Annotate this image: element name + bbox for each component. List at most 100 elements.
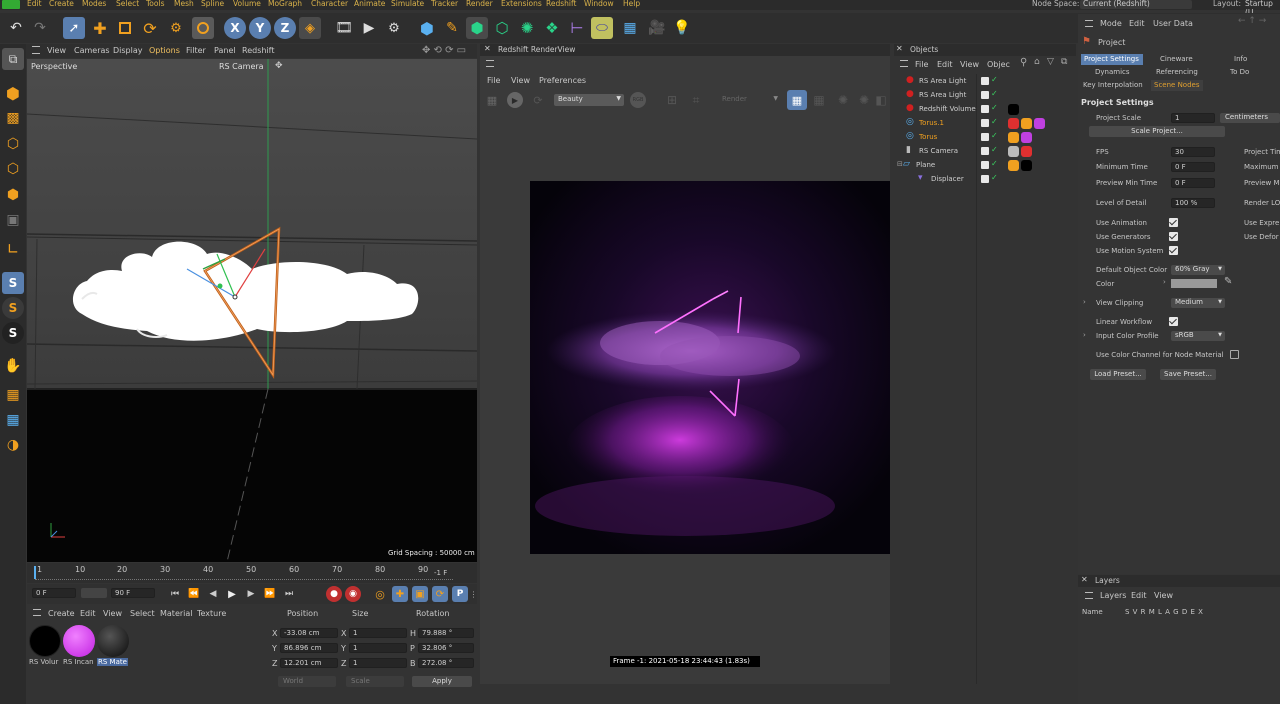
menu-item-mesh[interactable]: Mesh (174, 0, 194, 8)
coord-size-field[interactable]: 1 (349, 658, 407, 668)
expand-arrow-icon[interactable]: › (1083, 298, 1086, 306)
material-swatch[interactable] (63, 625, 95, 657)
object-row[interactable]: ▾ Displacer ✓ (894, 173, 1076, 187)
menu-item-extensions[interactable]: Extensions (501, 0, 542, 8)
frame-range-slider[interactable] (81, 588, 107, 598)
object-tag-icon[interactable] (1008, 118, 1019, 129)
make-editable-icon[interactable]: ⧉ (2, 48, 24, 70)
close-icon[interactable]: ✕ (896, 44, 903, 53)
menu-item-create[interactable]: Create (49, 0, 74, 8)
max-frame-field[interactable]: 90 F (111, 588, 155, 598)
subdivision-icon[interactable]: ⬢ (466, 17, 488, 39)
bend-deformer-icon[interactable]: ⊢ (566, 17, 588, 39)
current-frame-field[interactable]: 0 F (32, 588, 76, 598)
polygons-mode-icon[interactable]: ⬢ (2, 184, 24, 206)
cube-icon[interactable]: ⬢ (416, 17, 438, 39)
keyframe-selection-icon[interactable]: ◎ (372, 586, 388, 602)
save-preset-button[interactable]: Save Preset... (1160, 369, 1216, 380)
menu-item-select[interactable]: Select (116, 0, 139, 8)
object-row[interactable]: ▮ RS Camera ✓ (894, 145, 1076, 159)
object-name[interactable]: Torus.1 (919, 119, 944, 127)
viewport-menu-redshift[interactable]: Redshift (242, 46, 274, 55)
new-window-icon[interactable]: ⧉ (1061, 57, 1067, 67)
cloner-icon[interactable]: ✺ (516, 17, 538, 39)
view-clipping-select[interactable]: Medium ▼ (1171, 298, 1225, 308)
rotate-tool-icon[interactable]: ⟳ (139, 17, 161, 39)
coord-size-field[interactable]: 1 (349, 643, 407, 653)
menu-item-render[interactable]: Render (466, 0, 493, 8)
x-axis-icon[interactable]: X (224, 17, 246, 39)
render-view-menu-icon[interactable] (486, 60, 494, 67)
enabled-check-icon[interactable]: ✓ (991, 103, 998, 112)
material-swatch[interactable] (29, 625, 61, 657)
layer-visibility-icon[interactable] (981, 133, 989, 141)
material-menu-view[interactable]: View (103, 609, 122, 618)
key-rotation-icon[interactable]: ⟳ (432, 586, 448, 602)
snapshot-icon[interactable]: ▦ (811, 92, 827, 108)
tab-to-do[interactable]: To Do (1230, 68, 1249, 76)
layer-visibility-icon[interactable] (981, 105, 989, 113)
crop-icon[interactable]: ⌗ (688, 92, 704, 108)
film-icon[interactable]: ▦ (484, 92, 500, 108)
coordinate-system-icon[interactable]: ◈ (299, 17, 321, 39)
viewport-menu-filter[interactable]: Filter (186, 46, 206, 55)
rgb-icon[interactable]: RGB (630, 92, 646, 108)
coord-rotation-field[interactable]: 32.806 ° (418, 643, 474, 653)
enabled-check-icon[interactable]: ✓ (991, 159, 998, 168)
object-tag-icon[interactable] (1021, 146, 1032, 157)
prev-frame-icon[interactable]: ◀ (205, 586, 221, 602)
object-name[interactable]: RS Area Light (919, 91, 966, 99)
render-menu-view[interactable]: View (511, 76, 530, 85)
node-space-select[interactable]: Current (Redshift) (1080, 0, 1192, 9)
use-animation-checkbox[interactable] (1169, 218, 1178, 227)
apply-button[interactable]: Apply (412, 676, 472, 687)
coord-position-field[interactable]: 12.201 cm (280, 658, 338, 668)
tab-project-settings[interactable]: Project Settings (1081, 54, 1143, 65)
layers-menu-icon[interactable] (1085, 592, 1093, 599)
search-icon[interactable]: ⚲ (1020, 57, 1027, 68)
menu-item-tools[interactable]: Tools (146, 0, 164, 8)
render-view-icon[interactable]: ▶ (358, 17, 380, 39)
object-name[interactable]: RS Area Light (919, 77, 966, 85)
scale-project-button[interactable]: Scale Project... (1089, 126, 1225, 137)
color-channel-checkbox[interactable] (1230, 350, 1239, 359)
move-tool-icon[interactable]: ✚ (89, 17, 111, 39)
coord-rotation-field[interactable]: 272.08 ° (418, 658, 474, 668)
enabled-check-icon[interactable]: ✓ (991, 131, 998, 140)
enabled-check-icon[interactable]: ✓ (991, 75, 998, 84)
input-profile-select[interactable]: sRGB ▼ (1171, 331, 1225, 341)
select-tool-icon[interactable]: ➚ (63, 17, 85, 39)
object-row[interactable]: ● RS Area Light ✓ (894, 89, 1076, 103)
menu-item-edit[interactable]: Edit (27, 0, 42, 8)
tab-key-interpolation[interactable]: Key Interpolation (1083, 81, 1143, 89)
attr-menu-user-data[interactable]: User Data (1153, 19, 1193, 28)
snap-icon[interactable]: S (2, 272, 24, 294)
render-settings-icon[interactable]: ⚙ (383, 17, 405, 39)
z-axis-icon[interactable]: Z (274, 17, 296, 39)
settings-icon[interactable]: ✺ (835, 92, 851, 108)
axis-mode-icon[interactable]: ∟ (2, 238, 24, 260)
aov-select[interactable]: Beauty ▼ (554, 94, 624, 106)
coord-scale-select[interactable]: Scale (346, 676, 404, 687)
camera-icon[interactable]: 🎥 (646, 17, 668, 39)
menu-item-modes[interactable]: Modes (82, 0, 106, 8)
workplane-grid-icon[interactable]: ▦ (2, 409, 24, 431)
viewport-menu-panel[interactable]: Panel (214, 46, 236, 55)
points-mode-icon[interactable]: ⬡ (2, 133, 24, 155)
material-swatch[interactable] (97, 625, 129, 657)
object-menu-edit[interactable]: Edit (937, 60, 953, 69)
record-icon[interactable]: ● (326, 586, 342, 602)
object-menu-file[interactable]: File (915, 60, 928, 69)
grid-overlay-icon[interactable]: ⊞ (664, 92, 680, 108)
tab-dynamics[interactable]: Dynamics (1095, 68, 1130, 76)
viewport-menu-view[interactable]: View (47, 46, 66, 55)
viewport-nav-icon[interactable]: ✥ ⟲ ⟳ ▭ (422, 45, 472, 56)
default-color-select[interactable]: 60% Gray ▼ (1171, 265, 1225, 275)
overlay-icon[interactable]: ◧ (874, 92, 888, 108)
edges-mode-icon[interactable]: ⬡ (2, 158, 24, 180)
menu-item-spline[interactable]: Spline (201, 0, 224, 8)
tab-info[interactable]: Info (1234, 55, 1247, 63)
material-menu-icon[interactable] (33, 609, 41, 616)
prev-key-icon[interactable]: ⏪ (186, 586, 202, 602)
render-menu-file[interactable]: File (487, 76, 500, 85)
